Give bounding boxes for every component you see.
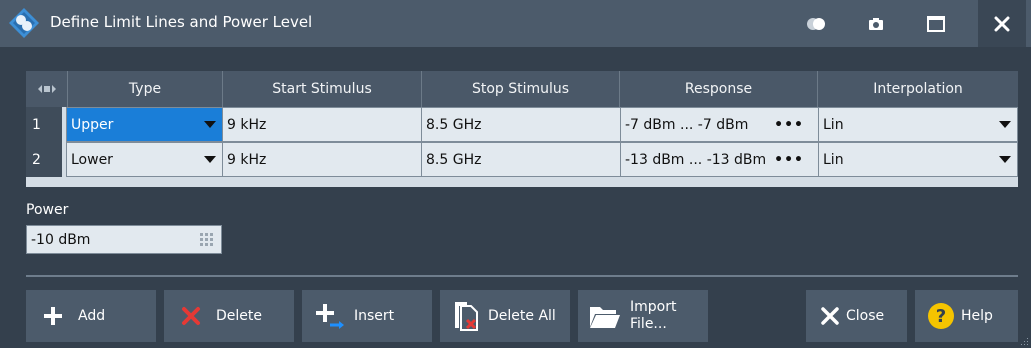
limit-lines-table: Type Start Stimulus Stop Stimulus Respon… [26, 71, 1018, 187]
interpolation-select-row-1[interactable]: Lin [818, 107, 1018, 142]
maximize-icon [927, 16, 945, 32]
resize-grip-icon[interactable] [1019, 336, 1029, 346]
close-button[interactable]: Close [806, 290, 907, 342]
more-icon[interactable]: ••• [774, 152, 804, 168]
insert-button[interactable]: Insert [302, 290, 432, 342]
close-icon [994, 16, 1010, 31]
add-label: Add [78, 308, 106, 324]
folder-icon [588, 299, 622, 333]
response-cell-row-1[interactable]: -7 dBm ... -7 dBm ••• [620, 107, 819, 142]
insert-label: Insert [354, 308, 395, 324]
type-value: Upper [71, 116, 114, 133]
close-x-icon [818, 299, 842, 333]
insert-icon [312, 299, 346, 333]
row-header-2[interactable]: 2 [26, 142, 62, 177]
keypad-icon[interactable] [199, 232, 215, 248]
import-file-label: Import File... [630, 299, 676, 333]
type-value: Lower [71, 151, 113, 168]
column-header-stop-stimulus[interactable]: Stop Stimulus [422, 71, 620, 107]
import-label-line1: Import [630, 299, 677, 315]
column-header-interpolation[interactable]: Interpolation [818, 71, 1018, 107]
delete-x-icon [174, 299, 208, 333]
help-button[interactable]: ? Help [915, 290, 1018, 342]
close-label: Close [846, 308, 885, 324]
help-label: Help [961, 308, 993, 324]
row-header-1[interactable]: 1 [26, 107, 62, 142]
response-value: -7 dBm ... -7 dBm [625, 116, 749, 133]
table-corner-header[interactable] [26, 71, 68, 107]
type-select-row-1[interactable]: Upper [66, 107, 223, 142]
divider [26, 275, 1018, 277]
type-select-row-2[interactable]: Lower [66, 142, 223, 177]
delete-button[interactable]: Delete [164, 290, 294, 342]
column-header-response[interactable]: Response [620, 71, 818, 107]
import-file-button[interactable]: Import File... [578, 290, 708, 342]
start-stimulus-cell-row-1[interactable]: 9 kHz [222, 107, 422, 142]
screenshot-button[interactable] [856, 8, 896, 40]
interpolation-value: Lin [823, 151, 844, 168]
window-close-button[interactable] [978, 0, 1026, 47]
maximize-button[interactable] [916, 8, 956, 40]
help-icon: ? [927, 299, 955, 333]
import-label-line2: File... [630, 316, 667, 332]
toggle-transparency-button[interactable] [796, 8, 836, 40]
stop-stimulus-cell-row-1[interactable]: 8.5 GHz [421, 107, 621, 142]
delete-all-label: Delete All [488, 308, 556, 324]
power-input[interactable]: -10 dBm [26, 225, 222, 254]
add-button[interactable]: Add [26, 290, 156, 342]
response-value: -13 dBm ... -13 dBm [625, 151, 767, 168]
column-header-type[interactable]: Type [68, 71, 223, 107]
interpolation-select-row-2[interactable]: Lin [818, 142, 1018, 177]
more-icon[interactable]: ••• [774, 117, 804, 133]
power-label: Power [26, 202, 69, 218]
delete-label: Delete [216, 308, 262, 324]
svg-text:?: ? [936, 306, 946, 327]
app-logo-icon [9, 8, 39, 38]
resize-columns-icon [37, 85, 56, 93]
toggle-icon [807, 18, 825, 30]
window-title: Define Limit Lines and Power Level [50, 13, 313, 31]
power-value: -10 dBm [31, 231, 91, 248]
chevron-down-icon [999, 156, 1011, 163]
chevron-down-icon [204, 156, 216, 163]
start-stimulus-cell-row-2[interactable]: 9 kHz [222, 142, 422, 177]
chevron-down-icon [204, 121, 216, 128]
response-cell-row-2[interactable]: -13 dBm ... -13 dBm ••• [620, 142, 819, 177]
camera-icon [869, 18, 883, 30]
interpolation-value: Lin [823, 116, 844, 133]
chevron-down-icon [999, 121, 1011, 128]
plus-icon [36, 299, 70, 333]
delete-all-icon [450, 299, 484, 333]
stop-stimulus-cell-row-2[interactable]: 8.5 GHz [421, 142, 621, 177]
delete-all-button[interactable]: Delete All [440, 290, 570, 342]
column-header-start-stimulus[interactable]: Start Stimulus [223, 71, 422, 107]
title-bar: Define Limit Lines and Power Level [0, 0, 1031, 47]
